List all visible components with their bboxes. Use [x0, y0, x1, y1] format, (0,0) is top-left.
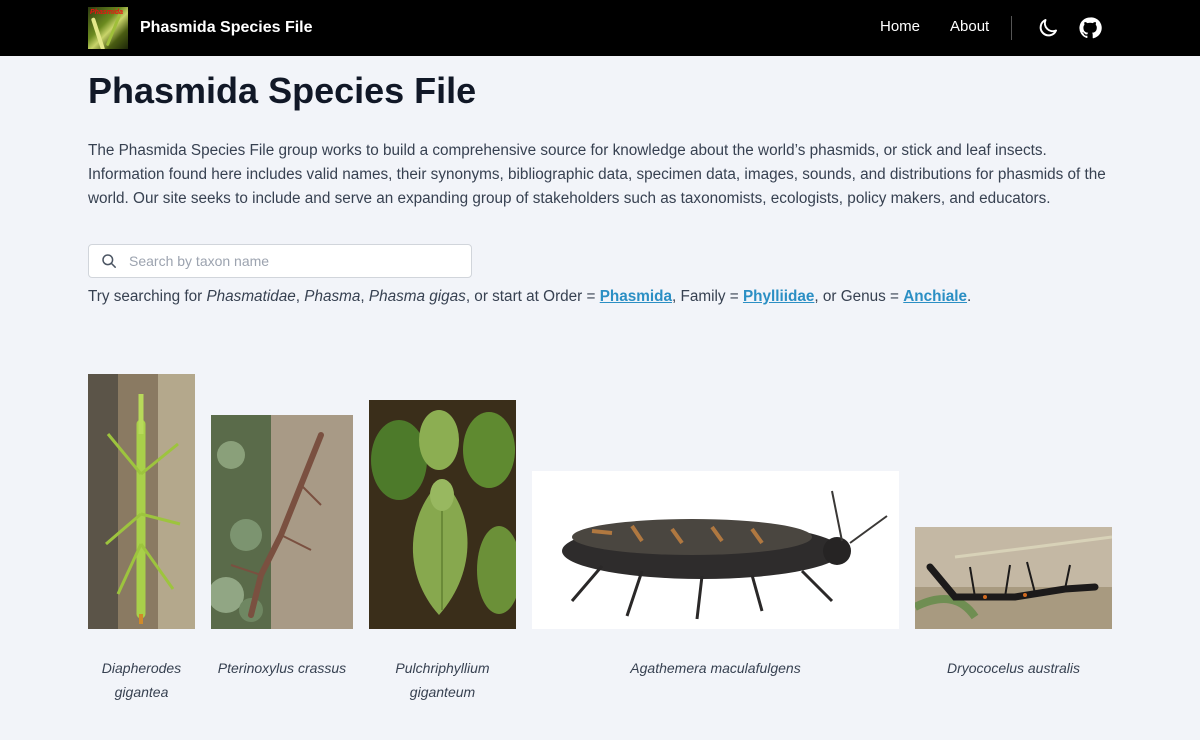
specimen-image[interactable]	[369, 400, 516, 629]
order-link-phasmida[interactable]: Phasmida	[600, 288, 672, 305]
hint-example-genus: Phasma	[304, 288, 361, 305]
hint-prefix: Try searching for	[88, 288, 207, 305]
brand-link[interactable]: Phasmida Phasmida Species File	[88, 7, 313, 49]
specimen-image[interactable]	[211, 415, 353, 629]
search-icon	[102, 254, 116, 268]
hint-separator: ,	[295, 288, 305, 305]
hint-family-prefix: , Family =	[671, 288, 743, 305]
top-navbar: Phasmida Phasmida Species File Home Abou…	[0, 0, 1200, 56]
genus-link-anchiale[interactable]: Anchiale	[903, 288, 967, 305]
hint-suffix: .	[967, 288, 972, 305]
gallery-caption: Pulchriphyllium giganteum	[395, 660, 490, 700]
github-icon[interactable]	[1078, 16, 1102, 40]
hint-example-species: Phasma gigas	[368, 288, 466, 305]
moon-icon[interactable]	[1036, 16, 1060, 40]
gallery-item-pulchriphyllium[interactable]: Pulchriphyllium giganteum	[369, 400, 516, 704]
gallery-caption: Agathemera maculafulgens	[630, 660, 801, 676]
hint-middle: , or start at Order =	[465, 288, 600, 305]
intro-paragraph: The Phasmida Species File group works to…	[88, 142, 1106, 207]
gallery-item-diapherodes[interactable]: Diapherodes gigantea	[88, 374, 195, 704]
gallery-item-agathemera[interactable]: Agathemera maculafulgens	[532, 471, 899, 680]
nav-about-link[interactable]: About	[950, 18, 989, 36]
brand-name: Phasmida Species File	[140, 19, 313, 36]
search-hint: Try searching for Phasmatidae, Phasma, P…	[88, 286, 971, 308]
search-input[interactable]	[129, 245, 459, 277]
gallery-caption: Diapherodes gigantea	[101, 660, 182, 700]
hint-separator: ,	[360, 288, 369, 305]
page-title: Phasmida Species File	[88, 70, 477, 111]
gallery-caption: Dryococelus australis	[946, 660, 1081, 676]
search-box	[88, 244, 472, 278]
gallery-caption: Pterinoxylus crassus	[217, 660, 347, 676]
family-link-phylliidae[interactable]: Phylliidae	[743, 288, 814, 305]
hint-example-family: Phasmatidae	[206, 288, 296, 305]
specimen-image[interactable]	[88, 374, 195, 629]
gallery-item-dryococelus[interactable]: Dryococelus australis	[915, 527, 1112, 680]
logo-icon: Phasmida	[88, 7, 128, 49]
specimen-image[interactable]	[915, 527, 1112, 629]
nav-divider	[1011, 16, 1012, 40]
nav-home-link[interactable]: Home	[880, 18, 920, 36]
specimen-image[interactable]	[532, 471, 899, 629]
hint-genus-prefix: , or Genus =	[814, 288, 904, 305]
gallery-item-pterinoxylus[interactable]: Pterinoxylus crassus	[211, 415, 353, 680]
